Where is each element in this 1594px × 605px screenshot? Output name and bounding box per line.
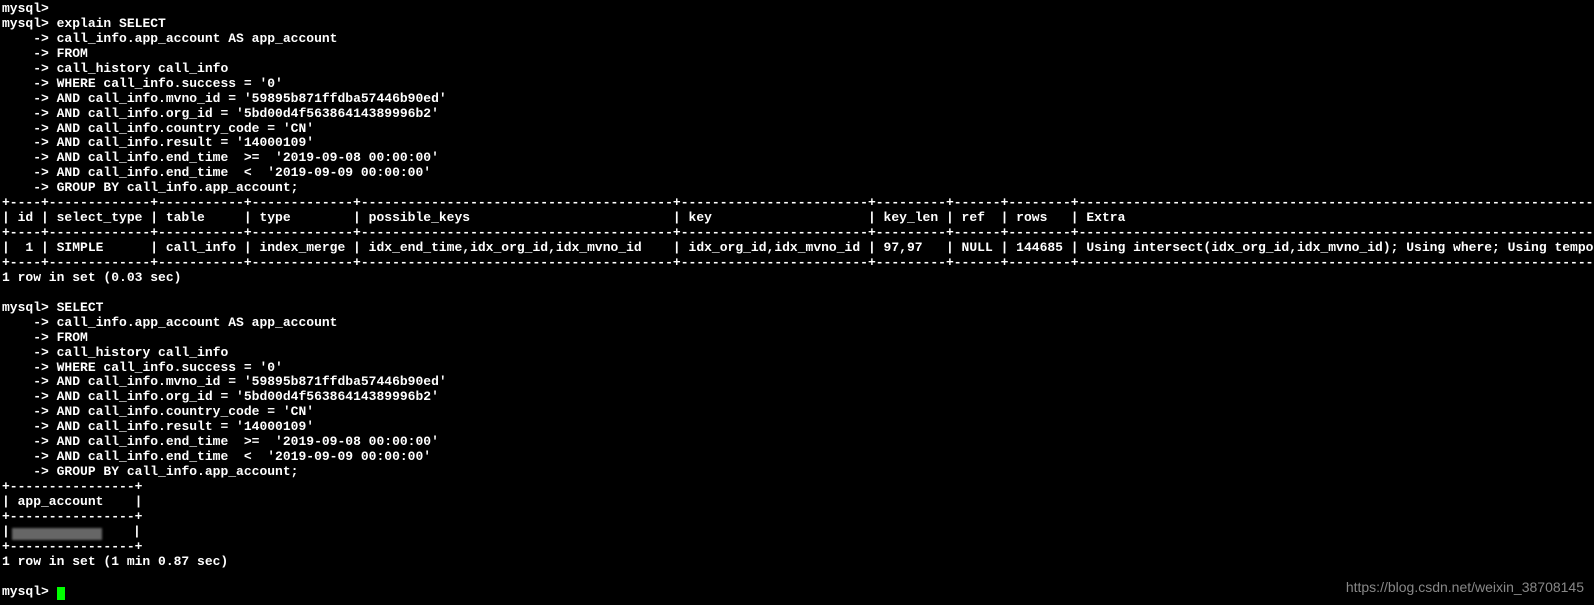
- cont-prompt: ->: [2, 345, 49, 360]
- result-header: | app_account |: [2, 494, 142, 509]
- sql-line: call_info.app_account AS app_account: [57, 31, 338, 46]
- sql-line: FROM: [57, 330, 88, 345]
- sql-line: AND call_info.end_time >= '2019-09-08 00…: [57, 434, 439, 449]
- sql-line: AND call_info.end_time < '2019-09-09 00:…: [57, 165, 431, 180]
- result-border: +----------------+: [2, 539, 142, 554]
- row-count: 1 row in set (1 min 0.87 sec): [2, 554, 228, 569]
- watermark: https://blog.csdn.net/weixin_38708145: [1346, 579, 1584, 595]
- sql-line: AND call_info.result = '14000109': [57, 419, 314, 434]
- sql-line: FROM: [57, 46, 88, 61]
- table-header: | id | select_type | table | type | poss…: [2, 210, 1594, 225]
- sql-line: AND call_info.mvno_id = '59895b871ffdba5…: [57, 91, 447, 106]
- cont-prompt: ->: [2, 180, 49, 195]
- cont-prompt: ->: [2, 150, 49, 165]
- table-border: +----+-------------+-----------+--------…: [2, 255, 1594, 270]
- prompt: mysql>: [2, 584, 49, 599]
- sql-line: WHERE call_info.success = '0': [57, 76, 283, 91]
- cont-prompt: ->: [2, 404, 49, 419]
- prompt: mysql>: [2, 1, 49, 16]
- sql-line: GROUP BY call_info.app_account;: [57, 464, 299, 479]
- sql-line: SELECT: [57, 300, 104, 315]
- sql-line: AND call_info.country_code = 'CN': [57, 404, 314, 419]
- sql-line: AND call_info.country_code = 'CN': [57, 121, 314, 136]
- table-row: | 1 | SIMPLE | call_info | index_merge |…: [2, 240, 1594, 255]
- result-border: +----------------+: [2, 509, 142, 524]
- cont-prompt: ->: [2, 46, 49, 61]
- sql-line: call_history call_info: [57, 61, 229, 76]
- redacted-value: [12, 528, 102, 540]
- sql-line: AND call_info.org_id = '5bd00d4f56386414…: [57, 389, 439, 404]
- result-row-suffix: |: [102, 524, 141, 539]
- cont-prompt: ->: [2, 360, 49, 375]
- cont-prompt: ->: [2, 121, 49, 136]
- cont-prompt: ->: [2, 419, 49, 434]
- cont-prompt: ->: [2, 76, 49, 91]
- table-border: +----+-------------+-----------+--------…: [2, 225, 1594, 240]
- sql-line: AND call_info.end_time < '2019-09-09 00:…: [57, 449, 431, 464]
- terminal-output[interactable]: mysql> mysql> explain SELECT -> call_inf…: [0, 0, 1594, 602]
- cont-prompt: ->: [2, 165, 49, 180]
- cont-prompt: ->: [2, 449, 49, 464]
- cont-prompt: ->: [2, 135, 49, 150]
- table-border: +----+-------------+-----------+--------…: [2, 195, 1594, 210]
- sql-line: explain SELECT: [57, 16, 166, 31]
- cont-prompt: ->: [2, 389, 49, 404]
- result-row-prefix: |: [2, 524, 10, 539]
- sql-line: AND call_info.mvno_id = '59895b871ffdba5…: [57, 374, 447, 389]
- sql-line: call_history call_info: [57, 345, 229, 360]
- sql-line: GROUP BY call_info.app_account;: [57, 180, 299, 195]
- cont-prompt: ->: [2, 91, 49, 106]
- sql-line: AND call_info.result = '14000109': [57, 135, 314, 150]
- sql-line: WHERE call_info.success = '0': [57, 360, 283, 375]
- sql-line: AND call_info.org_id = '5bd00d4f56386414…: [57, 106, 439, 121]
- sql-line: AND call_info.end_time >= '2019-09-08 00…: [57, 150, 439, 165]
- cont-prompt: ->: [2, 464, 49, 479]
- sql-line: call_info.app_account AS app_account: [57, 315, 338, 330]
- cont-prompt: ->: [2, 106, 49, 121]
- cont-prompt: ->: [2, 434, 49, 449]
- cursor: [57, 587, 65, 600]
- result-border: +----------------+: [2, 479, 142, 494]
- prompt: mysql>: [2, 300, 49, 315]
- cont-prompt: ->: [2, 374, 49, 389]
- cont-prompt: ->: [2, 330, 49, 345]
- cont-prompt: ->: [2, 315, 49, 330]
- cont-prompt: ->: [2, 31, 49, 46]
- row-count: 1 row in set (0.03 sec): [2, 270, 181, 285]
- prompt: mysql>: [2, 16, 49, 31]
- cont-prompt: ->: [2, 61, 49, 76]
